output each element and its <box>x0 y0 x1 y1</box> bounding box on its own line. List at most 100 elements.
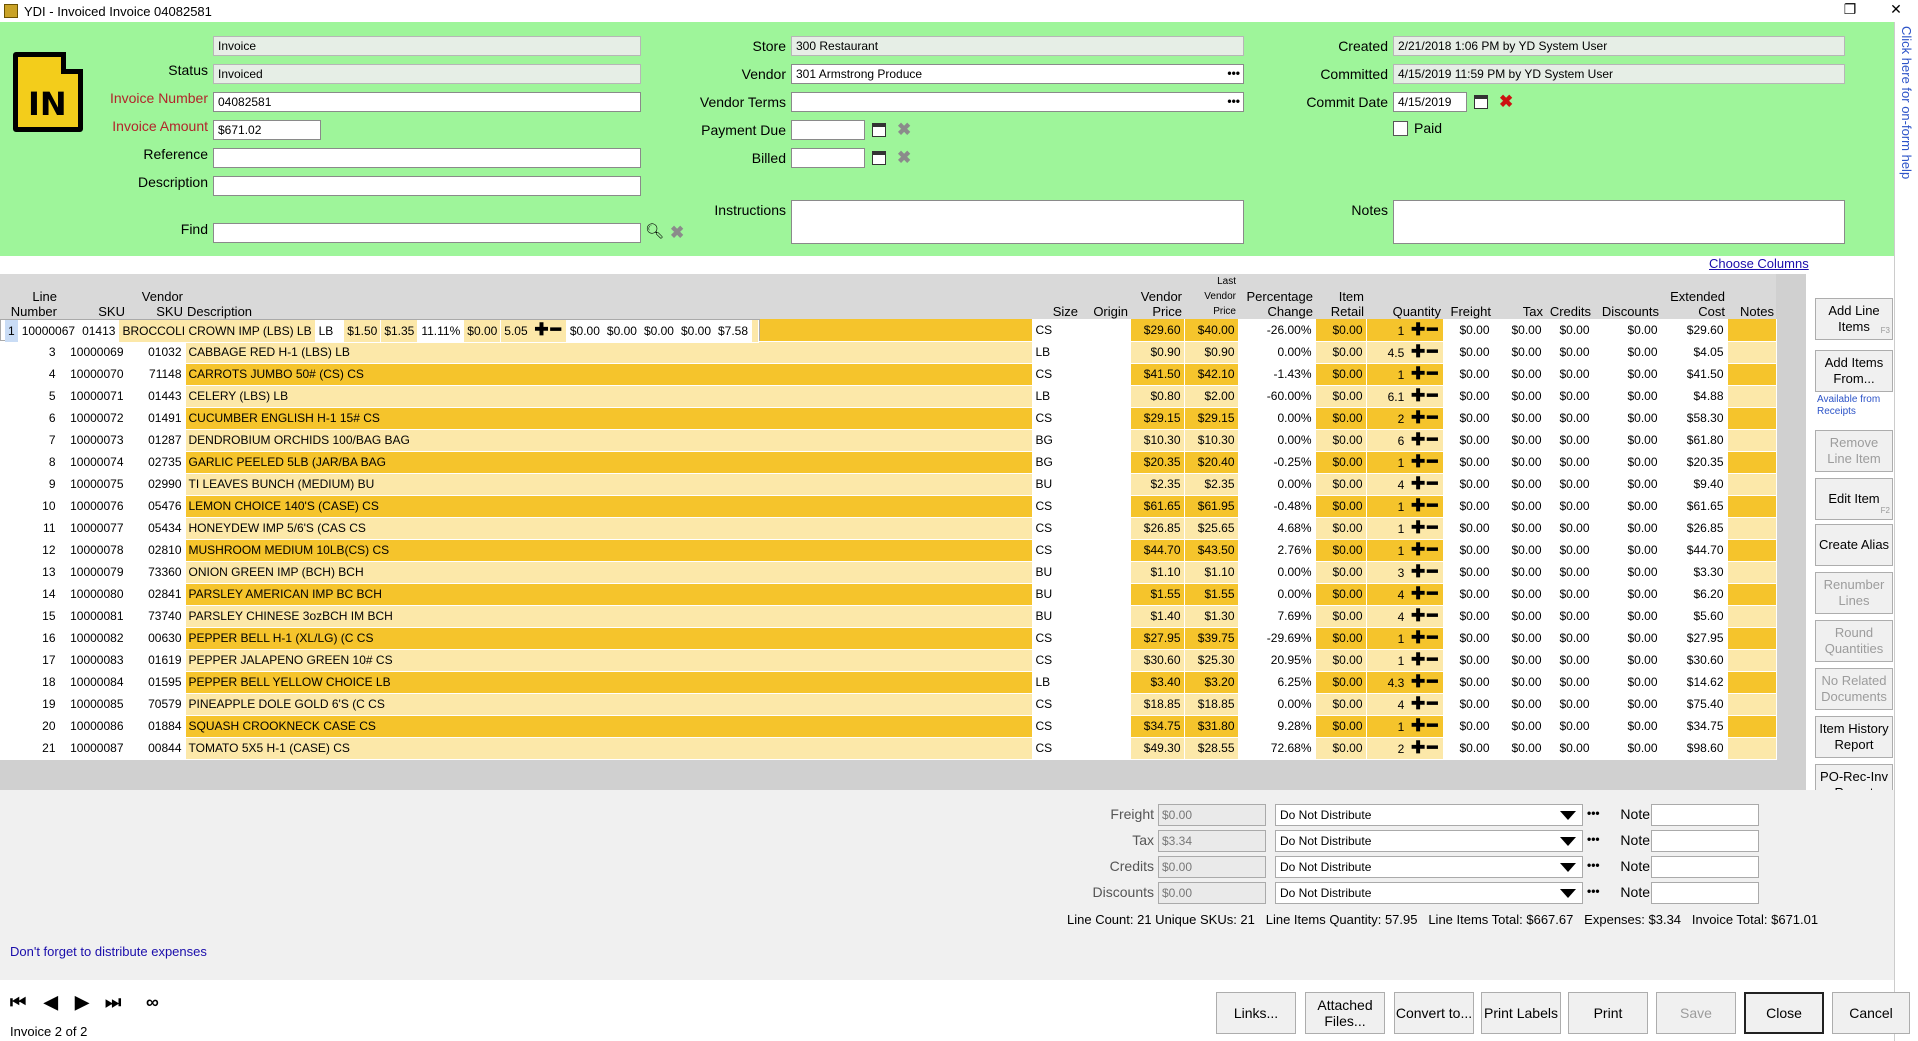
table-cell[interactable]: 73360 <box>127 561 186 584</box>
decrement-icon[interactable]: ━ <box>1427 518 1439 537</box>
table-cell[interactable]: $0.00 <box>1493 385 1546 408</box>
table-cell[interactable]: LB <box>1032 341 1081 364</box>
table-cell[interactable]: $1.55 <box>1184 583 1239 606</box>
table-cell[interactable]: $0.00 <box>1315 693 1367 716</box>
decrement-icon[interactable]: ━ <box>551 320 563 339</box>
table-row[interactable]: 10 10000076 05476 LEMON CHOICE 140'S (CASE)… <box>0 495 1777 518</box>
table-cell[interactable] <box>1727 319 1777 342</box>
table-cell[interactable] <box>1080 539 1131 562</box>
increment-icon[interactable]: ✚ <box>1404 474 1427 493</box>
table-cell[interactable] <box>1080 561 1131 584</box>
table-cell[interactable]: 72.68% <box>1238 737 1316 760</box>
first-record-icon[interactable]: ⏮ <box>10 992 26 1013</box>
table-row[interactable]: 7 10000073 01287 DENDROBIUM ORCHIDS 100/BAG… <box>0 429 1777 452</box>
quantity-value[interactable]: 5.05 <box>504 324 527 338</box>
table-row[interactable]: 16 10000082 00630 PEPPER BELL H-1 (XL/LG) (… <box>0 627 1777 650</box>
commit-date-calendar-icon[interactable] <box>1474 95 1488 109</box>
table-cell[interactable]: $0.00 <box>1443 583 1494 606</box>
table-cell[interactable]: 11.11% <box>417 320 465 343</box>
table-cell[interactable]: $29.15 <box>1130 407 1185 430</box>
table-cell[interactable]: $0.00 <box>1493 561 1546 584</box>
table-cell[interactable]: $1.10 <box>1130 561 1185 584</box>
column-header[interactable]: Tax <box>1493 274 1545 319</box>
table-cell[interactable]: $0.00 <box>1315 319 1367 342</box>
table-cell[interactable]: $2.35 <box>1130 473 1185 496</box>
table-cell[interactable]: $41.50 <box>1661 363 1728 386</box>
table-row[interactable]: 14 10000080 02841 PARSLEY AMERICAN IMP BC B… <box>0 583 1777 606</box>
table-cell[interactable]: $0.00 <box>1593 495 1662 518</box>
side-button-5[interactable]: Create Alias <box>1815 524 1893 566</box>
invoice-amount-field[interactable]: $671.02 <box>213 120 321 140</box>
table-cell[interactable]: $3.30 <box>1661 561 1728 584</box>
column-header[interactable]: Discounts <box>1593 274 1661 319</box>
save-button[interactable]: Save <box>1656 992 1736 1034</box>
infinity-icon[interactable]: ∞ <box>146 992 159 1013</box>
increment-icon[interactable]: ✚ <box>1404 584 1427 603</box>
table-cell[interactable]: 4 ✚━ <box>1366 605 1444 628</box>
notes-field[interactable] <box>1393 200 1845 244</box>
table-row[interactable]: 15 10000081 73740 PARSLEY CHINESE 3ozBCH IM… <box>0 605 1777 628</box>
table-cell[interactable]: $0.00 <box>1545 605 1594 628</box>
table-cell[interactable]: CS <box>1032 363 1081 386</box>
table-cell[interactable]: SQUASH CROOKNECK CASE CS <box>185 715 1033 738</box>
table-cell[interactable]: $1.35 <box>380 320 419 343</box>
vendor-terms-field[interactable]: ••• <box>791 92 1244 112</box>
table-cell[interactable]: 10000074 <box>59 451 128 474</box>
table-cell[interactable]: 01032 <box>127 341 186 364</box>
billed-calendar-icon[interactable] <box>872 151 886 165</box>
table-cell[interactable]: 71148 <box>127 363 186 386</box>
increment-icon[interactable]: ✚ <box>1404 628 1427 647</box>
table-cell[interactable]: 6.25% <box>1238 671 1316 694</box>
table-cell[interactable]: GARLIC PEELED 5LB (JAR/BA BAG <box>185 451 1033 474</box>
table-cell[interactable]: BU <box>1032 473 1081 496</box>
table-cell[interactable]: $20.35 <box>1661 451 1728 474</box>
table-cell[interactable] <box>1080 363 1131 386</box>
decrement-icon[interactable]: ━ <box>1427 452 1439 471</box>
quantity-value[interactable]: 4.5 <box>1388 346 1405 360</box>
table-cell[interactable]: 0.00% <box>1238 407 1316 430</box>
increment-icon[interactable]: ✚ <box>1404 694 1427 713</box>
table-cell[interactable]: 10000086 <box>59 715 128 738</box>
table-cell[interactable]: 73740 <box>127 605 186 628</box>
side-button-1[interactable]: Add Line Items F3 <box>1815 298 1893 340</box>
table-row[interactable]: 9 10000075 02990 TI LEAVES BUNCH (MEDIUM) B… <box>0 473 1777 496</box>
table-cell[interactable]: $0.00 <box>1315 517 1367 540</box>
table-cell[interactable]: CELERY (LBS) LB <box>185 385 1033 408</box>
table-cell[interactable]: 0.00% <box>1238 561 1316 584</box>
table-cell[interactable] <box>1727 693 1777 716</box>
table-cell[interactable]: 01884 <box>127 715 186 738</box>
table-cell[interactable]: $0.00 <box>1315 561 1367 584</box>
table-cell[interactable]: $0.00 <box>1593 737 1662 760</box>
table-cell[interactable]: 0.00% <box>1238 473 1316 496</box>
table-cell[interactable]: TOMATO 5X5 H-1 (CASE) CS <box>185 737 1033 760</box>
table-cell[interactable]: $61.65 <box>1661 495 1728 518</box>
table-cell[interactable]: $0.00 <box>1593 341 1662 364</box>
decrement-icon[interactable]: ━ <box>1427 628 1439 647</box>
quantity-value[interactable]: 6.1 <box>1388 390 1405 404</box>
table-cell[interactable]: $3.20 <box>1184 671 1239 694</box>
table-cell[interactable]: 1 ✚━ <box>1366 495 1444 518</box>
table-cell[interactable]: $0.00 <box>1443 473 1494 496</box>
decrement-icon[interactable]: ━ <box>1427 408 1439 427</box>
increment-icon[interactable]: ✚ <box>1404 386 1427 405</box>
vendor-field[interactable]: 301 Armstrong Produce ••• <box>791 64 1244 84</box>
table-cell[interactable]: $0.00 <box>1443 517 1494 540</box>
table-cell[interactable]: $0.00 <box>1443 319 1494 342</box>
table-cell[interactable]: 02810 <box>127 539 186 562</box>
table-cell[interactable]: 4.5 ✚━ <box>1366 341 1444 364</box>
table-cell[interactable]: 5.05 ✚━ <box>500 320 567 343</box>
table-cell[interactable] <box>1080 341 1131 364</box>
table-cell[interactable] <box>1080 319 1131 342</box>
table-cell[interactable]: $0.00 <box>1315 451 1367 474</box>
table-cell[interactable]: LB <box>315 320 338 343</box>
table-cell[interactable]: BU <box>1032 561 1081 584</box>
table-cell[interactable]: $0.00 <box>1493 583 1546 606</box>
table-cell[interactable]: $0.00 <box>1443 561 1494 584</box>
table-cell[interactable]: TI LEAVES BUNCH (MEDIUM) BU <box>185 473 1033 496</box>
table-cell[interactable]: 1 ✚━ <box>1366 451 1444 474</box>
table-cell[interactable] <box>1727 341 1777 364</box>
table-cell[interactable]: 0.00% <box>1238 429 1316 452</box>
table-cell[interactable]: 17 <box>0 649 60 672</box>
table-row[interactable]: 6 10000072 01491 CUCUMBER ENGLISH H-1 15# C… <box>0 407 1777 430</box>
table-cell[interactable]: $0.00 <box>1443 649 1494 672</box>
